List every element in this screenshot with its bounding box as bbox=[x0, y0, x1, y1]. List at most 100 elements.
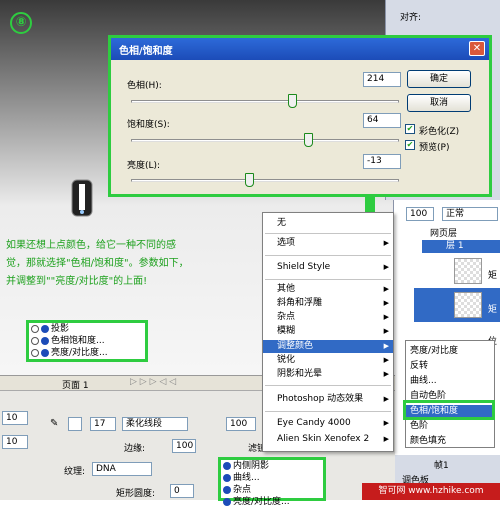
menu-item-shadow-glow[interactable]: 阴影和光晕 ▶ bbox=[263, 368, 393, 381]
menu-item-xenofex[interactable]: Alien Skin Xenofex 2 ▶ bbox=[263, 433, 393, 446]
list-item[interactable]: 内侧阴影 bbox=[221, 460, 323, 472]
menu-item-label: 锐化 bbox=[277, 355, 296, 365]
cancel-button[interactable]: 取消 bbox=[407, 94, 471, 112]
opacity-field[interactable]: 100 bbox=[226, 417, 256, 431]
lightness-input[interactable]: -13 bbox=[363, 154, 401, 169]
effect-icon bbox=[223, 486, 231, 494]
menu-item-label: 其他 bbox=[277, 284, 296, 294]
menu-item-shield-style[interactable]: Shield Style ▶ bbox=[263, 261, 393, 274]
menu-separator bbox=[265, 255, 391, 256]
check-icon bbox=[31, 325, 39, 333]
close-icon[interactable]: ✕ bbox=[469, 41, 485, 56]
opacity-field[interactable]: 100 bbox=[406, 207, 434, 221]
highlight-callout bbox=[403, 400, 495, 420]
effect-label: 投影 bbox=[51, 324, 70, 334]
menu-separator bbox=[265, 385, 391, 386]
hue-slider-thumb[interactable] bbox=[287, 94, 297, 108]
note-line: 并调整到""亮度/对比度"的上面! bbox=[6, 276, 148, 287]
effect-label: 亮度/对比度... bbox=[51, 348, 108, 358]
submenu-arrow-icon: ▶ bbox=[383, 395, 389, 403]
colorize-checkbox[interactable]: ✔ bbox=[405, 124, 415, 134]
preview-label: 预览(P) bbox=[419, 143, 450, 153]
effect-icon bbox=[223, 462, 231, 470]
submenu-item[interactable]: 色阶 bbox=[406, 420, 494, 433]
hue-input[interactable]: 214 bbox=[363, 72, 401, 87]
effect-icon bbox=[41, 349, 49, 357]
menu-item-none[interactable]: 无 bbox=[263, 217, 393, 230]
layer-item[interactable]: 矩 bbox=[488, 268, 497, 281]
align-label: 对齐: bbox=[400, 13, 422, 23]
effect-icon bbox=[41, 325, 49, 333]
effect-icon bbox=[223, 498, 231, 506]
saturation-input[interactable]: 64 bbox=[363, 113, 401, 128]
submenu-arrow-icon: ▶ bbox=[383, 435, 389, 443]
pencil-icon[interactable]: ✎ bbox=[50, 418, 58, 429]
ok-button[interactable]: 确定 bbox=[407, 70, 471, 88]
frame-label: 帧1 bbox=[434, 461, 449, 471]
hue-label: 色相(H): bbox=[127, 81, 162, 91]
menu-item-adjust-color[interactable]: 调整颜色 ▶ bbox=[263, 340, 393, 353]
check-icon bbox=[31, 337, 39, 345]
submenu-arrow-icon: ▶ bbox=[383, 356, 389, 364]
playback-controls[interactable]: ▷ ▷ ▷ ◁ ◁ bbox=[130, 377, 176, 387]
submenu-item[interactable]: 曲线... bbox=[406, 375, 494, 388]
saturation-slider-thumb[interactable] bbox=[303, 133, 313, 147]
filter-label-item: 亮度/对比度... bbox=[233, 497, 290, 507]
edge-field[interactable]: 100 bbox=[172, 439, 196, 453]
blend-mode-select[interactable]: 正常 bbox=[442, 207, 498, 221]
menu-item-label: Alien Skin Xenofex 2 bbox=[277, 434, 370, 444]
submenu-arrow-icon: ▶ bbox=[383, 239, 389, 247]
list-item[interactable]: 色相饱和度... bbox=[29, 335, 145, 347]
menu-item-bevel[interactable]: 斜角和浮雕 ▶ bbox=[263, 297, 393, 310]
field-10[interactable]: 10 bbox=[2, 411, 28, 425]
list-item[interactable]: 亮度/对比度... bbox=[221, 496, 323, 508]
adjust-color-submenu: 亮度/对比度 反转 曲线... 自动色阶 色相/饱和度 色阶 颜色填充 bbox=[405, 340, 495, 448]
menu-item-eye-candy[interactable]: Eye Candy 4000 ▶ bbox=[263, 417, 393, 430]
hue-saturation-dialog: 色相/饱和度 ✕ 色相(H): 214 饱和度(S): 64 亮度(L): -1… bbox=[108, 35, 492, 197]
menu-item-photoshop-live[interactable]: Photoshop 动态效果 ▶ bbox=[263, 393, 393, 406]
list-item[interactable]: 曲线... bbox=[221, 472, 323, 484]
stroke-size-field[interactable]: 17 bbox=[90, 417, 116, 431]
list-item[interactable]: 亮度/对比度... bbox=[29, 347, 145, 359]
step-number: ⑧ bbox=[10, 12, 32, 34]
roundness-field[interactable]: 0 bbox=[170, 484, 194, 498]
layer-item[interactable]: 网页层 bbox=[430, 226, 457, 239]
saturation-slider-track bbox=[131, 139, 399, 142]
filter-label-item: 杂点 bbox=[233, 485, 252, 495]
layer-item[interactable]: 矩 bbox=[488, 302, 497, 315]
stroke-color-swatch[interactable] bbox=[68, 417, 82, 431]
menu-item-options[interactable]: 选项 ▶ bbox=[263, 237, 393, 250]
submenu-item[interactable]: 颜色填充 bbox=[406, 435, 494, 448]
menu-item-label: 阴影和光晕 bbox=[277, 369, 323, 379]
colorize-label: 彩色化(Z) bbox=[419, 127, 460, 137]
effect-icon bbox=[41, 337, 49, 345]
effect-list-preview: 投影 色相饱和度... 亮度/对比度... bbox=[26, 320, 148, 362]
submenu-arrow-icon: ▶ bbox=[383, 313, 389, 321]
submenu-arrow-icon: ▶ bbox=[383, 263, 389, 271]
menu-item-label: 选项 bbox=[277, 238, 296, 248]
lightness-slider-thumb[interactable] bbox=[244, 173, 254, 187]
preview-checkbox[interactable]: ✔ bbox=[405, 140, 415, 150]
tutorial-note: 如果还想上点颜色，给它一种不同的感 觉，那就选择"色相/饱和度"。参数如下， 并… bbox=[6, 237, 238, 291]
texture-select[interactable]: DNA bbox=[92, 462, 152, 476]
layer-thumbnail bbox=[454, 258, 482, 284]
menu-item-blur[interactable]: 模糊 ▶ bbox=[263, 325, 393, 338]
submenu-item[interactable]: 反转 bbox=[406, 360, 494, 373]
submenu-item[interactable]: 亮度/对比度 bbox=[406, 345, 494, 358]
field-10b[interactable]: 10 bbox=[2, 435, 28, 449]
note-line: 如果还想上点颜色，给它一种不同的感 bbox=[6, 240, 176, 251]
roundness-label: 矩形圆度: bbox=[116, 489, 156, 499]
menu-item-other[interactable]: 其他 ▶ bbox=[263, 283, 393, 296]
menu-item-label: 调整颜色 bbox=[277, 341, 314, 351]
layer-item-selected[interactable]: 层 1 bbox=[422, 240, 500, 253]
menu-item-noise[interactable]: 杂点 ▶ bbox=[263, 311, 393, 324]
stroke-style-select[interactable]: 柔化线段 bbox=[122, 417, 188, 431]
list-item[interactable]: 投影 bbox=[29, 323, 145, 335]
filter-label-item: 曲线... bbox=[233, 473, 260, 483]
filter-label-item: 内侧阴影 bbox=[233, 461, 270, 471]
list-item[interactable]: 杂点 bbox=[221, 484, 323, 496]
menu-item-label: Photoshop 动态效果 bbox=[277, 394, 364, 404]
menu-item-sharpen[interactable]: 锐化 ▶ bbox=[263, 354, 393, 367]
dialog-title: 色相/饱和度 bbox=[111, 38, 489, 60]
note-line: 觉，那就选择"色相/饱和度"。参数如下， bbox=[6, 258, 189, 269]
